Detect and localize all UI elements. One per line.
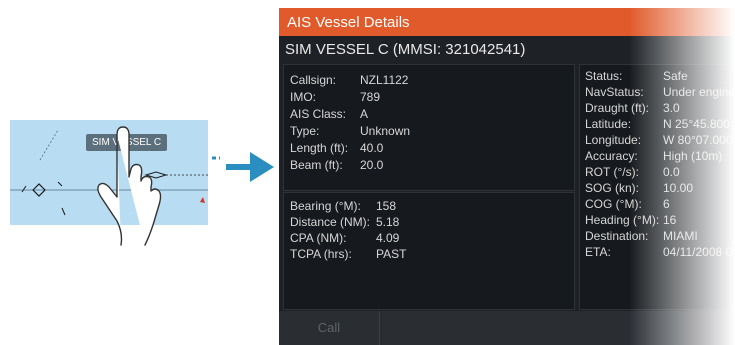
field-label: IMO: bbox=[290, 90, 316, 104]
call-button[interactable]: Call bbox=[279, 311, 380, 345]
status-panel: Status: Safe NavStatus: Under engine Draug… bbox=[579, 64, 735, 310]
field-value: 16 bbox=[663, 213, 677, 227]
field-label: COG (°M): bbox=[585, 197, 642, 211]
ais-vessel-details-dialog: AIS Vessel Details SIM VESSEL C (MMSI: 3… bbox=[279, 8, 735, 345]
field-value: W 80°07.000 bbox=[663, 133, 733, 147]
field-value: 04/11/2008 0 bbox=[663, 245, 733, 259]
field-value: High (10m) bbox=[663, 149, 723, 163]
field-label: Callsign: bbox=[290, 73, 337, 87]
field-value: Safe bbox=[663, 69, 688, 83]
field-value: 10.00 bbox=[663, 181, 694, 195]
field-label: Beam (ft): bbox=[290, 158, 343, 172]
field-label: Destination: bbox=[585, 229, 649, 243]
field-label: Accuracy: bbox=[585, 149, 638, 163]
field-label: TCPA (hrs): bbox=[290, 247, 352, 261]
field-value: 4.09 bbox=[376, 231, 400, 245]
action-bar: Call bbox=[279, 311, 735, 345]
field-value: MIAMI bbox=[663, 229, 698, 243]
field-value: 3.0 bbox=[663, 101, 680, 115]
field-label: Longitude: bbox=[585, 133, 642, 147]
field-label: ROT (°/s): bbox=[585, 165, 639, 179]
arrow-right-icon bbox=[212, 152, 274, 182]
position-panel: Bearing (°M): 158 Distance (NM): 5.18 CPA … bbox=[283, 192, 575, 310]
field-value: 20.0 bbox=[360, 158, 384, 172]
field-value: PAST bbox=[376, 247, 407, 261]
field-value: 5.18 bbox=[376, 215, 400, 229]
dialog-title: AIS Vessel Details bbox=[287, 14, 410, 31]
field-label: SOG (kn): bbox=[585, 181, 640, 195]
field-value: 40.0 bbox=[360, 141, 384, 155]
field-value: NZL1122 bbox=[360, 73, 409, 87]
field-value: 0.0 bbox=[663, 165, 680, 179]
field-label: AIS Class: bbox=[290, 107, 347, 121]
field-value: A bbox=[360, 107, 369, 121]
field-label: ETA: bbox=[585, 245, 611, 259]
field-value: Under engine bbox=[663, 85, 735, 99]
title-bar: AIS Vessel Details bbox=[279, 8, 735, 36]
field-label: CPA (NM): bbox=[290, 231, 347, 245]
field-label: Bearing (°M): bbox=[290, 199, 361, 213]
field-label: Distance (NM): bbox=[290, 215, 371, 229]
hand-pointer-icon bbox=[97, 126, 162, 246]
field-label: NavStatus: bbox=[585, 85, 644, 99]
field-label: Heading (°M): bbox=[585, 213, 660, 227]
field-label: Type: bbox=[290, 124, 320, 138]
field-label: Latitude: bbox=[585, 117, 632, 131]
field-label: Draught (ft): bbox=[585, 101, 650, 115]
field-label: Length (ft): bbox=[290, 141, 349, 155]
field-value: 6 bbox=[663, 197, 670, 211]
vessel-subtitle: SIM VESSEL C (MMSI: 321042541) bbox=[285, 41, 526, 58]
field-value: Unknown bbox=[360, 124, 411, 138]
field-label: Status: bbox=[585, 69, 623, 83]
field-value: N 25°45.800 bbox=[663, 117, 730, 131]
field-value: 158 bbox=[376, 199, 397, 213]
identity-panel: Callsign: NZL1122 IMO: 789 AIS Class: A Typ… bbox=[283, 64, 575, 191]
field-value: 789 bbox=[360, 90, 381, 104]
